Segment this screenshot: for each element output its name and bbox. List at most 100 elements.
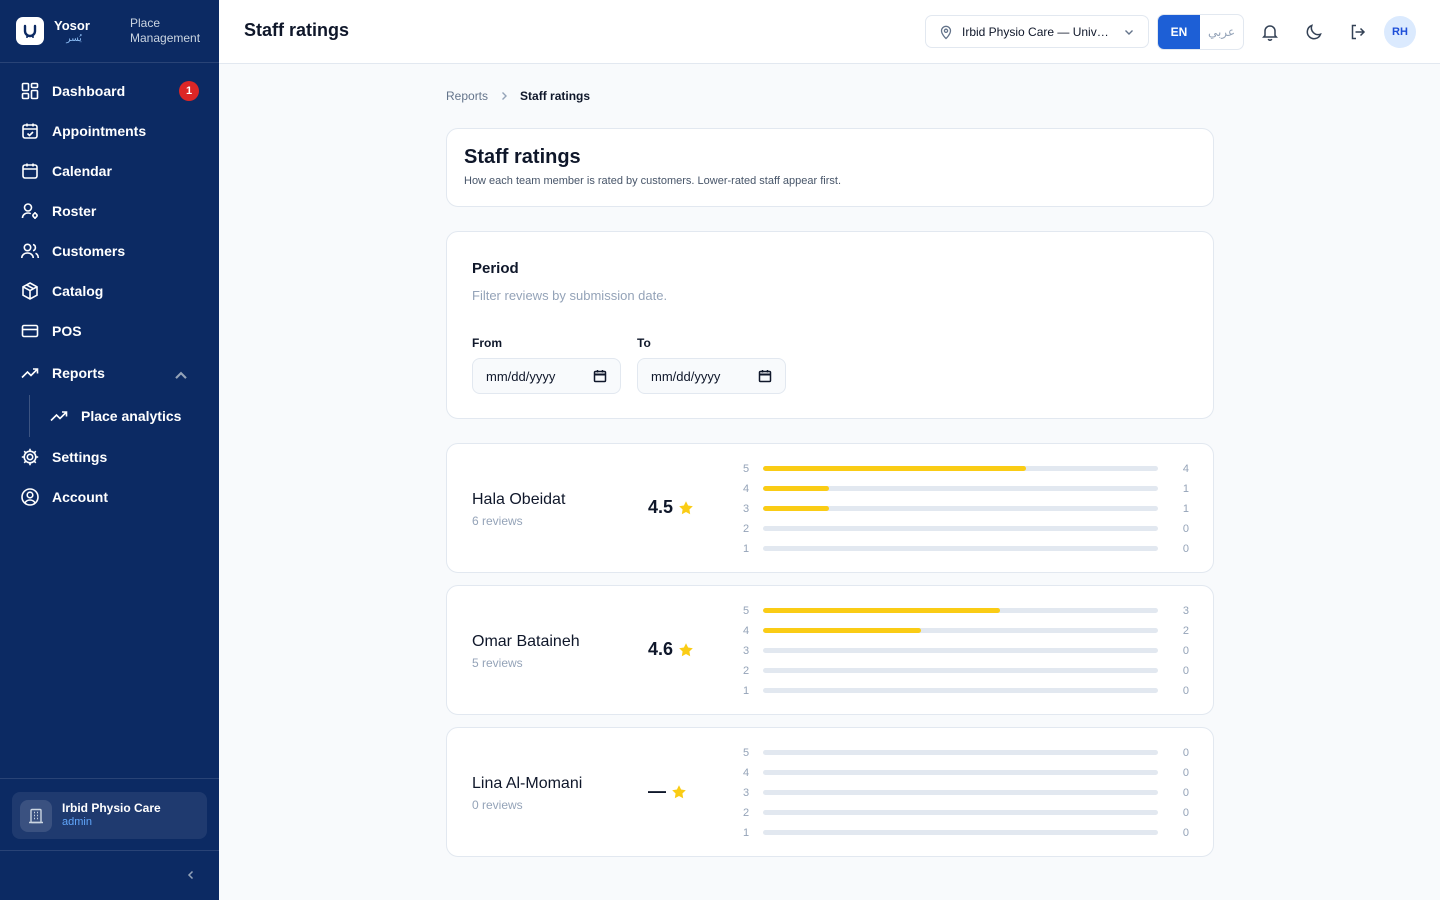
sidebar: Yosor يُسر Place Management Dashboard 1 … xyxy=(0,0,219,900)
sidebar-item-appointments[interactable]: Appointments xyxy=(0,111,219,151)
logout-icon[interactable] xyxy=(1348,22,1368,42)
rating-distribution-row: 20 xyxy=(743,520,1189,540)
rating-count: 1 xyxy=(1182,483,1189,495)
sidebar-footer: Irbid Physio Care admin xyxy=(0,778,219,851)
location-selector-value: Irbid Physio Care — University Street xyxy=(962,24,1114,39)
chevron-up-icon[interactable] xyxy=(171,366,191,386)
rating-bar-track xyxy=(763,608,1158,613)
trending-up-icon xyxy=(21,368,39,379)
gear-icon xyxy=(21,448,39,466)
rating-distribution-row: 30 xyxy=(743,642,1189,662)
user-avatar[interactable]: RH xyxy=(1384,16,1416,48)
star-icon xyxy=(679,642,693,656)
rating-bar-track xyxy=(763,750,1158,755)
map-pin-icon xyxy=(940,25,952,39)
rating-bar-fill xyxy=(763,466,1027,471)
rating-distribution-row: 30 xyxy=(743,784,1189,804)
calendar-icon[interactable] xyxy=(758,369,772,383)
location-selector[interactable]: Irbid Physio Care — University Street xyxy=(925,15,1149,48)
staff-review-count: 6 reviews xyxy=(472,514,523,528)
rating-bar-track xyxy=(763,628,1158,633)
sidebar-item-customers[interactable]: Customers xyxy=(0,231,219,271)
staff-name: Omar Bataineh xyxy=(472,633,580,650)
users-icon xyxy=(21,243,40,259)
rating-bar-fill xyxy=(763,506,829,511)
calendar-check-icon xyxy=(22,123,38,139)
period-subtitle: Filter reviews by submission date. xyxy=(472,288,668,303)
sidebar-item-account[interactable]: Account xyxy=(0,477,219,517)
organization-role: admin xyxy=(62,816,92,829)
organization-switcher[interactable]: Irbid Physio Care admin xyxy=(12,792,207,839)
sidebar-item-label: Place analytics xyxy=(81,408,182,424)
notification-badge: 1 xyxy=(179,81,199,101)
top-header: Staff ratings Irbid Physio Care — Univer… xyxy=(219,0,1440,64)
rating-distribution-row: 20 xyxy=(743,804,1189,824)
sidebar-item-reports[interactable]: Reports xyxy=(0,351,219,395)
sidebar-item-roster[interactable]: Roster xyxy=(0,191,219,231)
rating-distribution-row: 10 xyxy=(743,540,1189,560)
to-date-input[interactable]: mm/dd/yyyy xyxy=(637,358,786,394)
sidebar-item-label: Settings xyxy=(52,449,108,465)
rating-bar-fill xyxy=(763,486,829,491)
rating-distribution-row: 53 xyxy=(743,602,1189,622)
package-icon xyxy=(22,282,38,300)
building-icon xyxy=(20,799,52,832)
staff-average-score: 4.5 xyxy=(648,497,694,518)
staff-review-count: 0 reviews xyxy=(472,798,523,812)
rating-bar-track xyxy=(763,830,1158,835)
rating-star-level: 3 xyxy=(743,503,750,515)
average-score-value: — xyxy=(648,781,666,801)
rating-star-level: 2 xyxy=(743,523,750,535)
rating-distribution: 5441312010 xyxy=(743,460,1189,560)
user-circle-icon xyxy=(21,488,39,506)
dashboard-icon xyxy=(21,82,39,100)
calendar-icon[interactable] xyxy=(593,369,607,383)
rating-bar-track xyxy=(763,790,1158,795)
from-date-placeholder: mm/dd/yyyy xyxy=(486,368,556,384)
rating-star-level: 4 xyxy=(743,767,750,779)
brand-arabic-name: يُسر xyxy=(66,33,82,43)
language-arabic-button[interactable]: عربي xyxy=(1200,15,1243,49)
collapse-sidebar-icon[interactable] xyxy=(184,868,198,882)
sidebar-item-pos[interactable]: POS xyxy=(0,311,219,351)
page-header-title: Staff ratings xyxy=(244,20,350,40)
rating-count: 2 xyxy=(1182,625,1189,637)
brand-place-line2: Management xyxy=(130,31,201,45)
rating-distribution-row: 54 xyxy=(743,460,1189,480)
to-label: To xyxy=(637,336,651,350)
breadcrumb: Reports Staff ratings xyxy=(446,89,590,103)
reports-submenu: Place analytics xyxy=(0,395,219,437)
moon-icon[interactable] xyxy=(1304,22,1324,42)
rating-bar-track xyxy=(763,668,1158,673)
sidebar-item-catalog[interactable]: Catalog xyxy=(0,271,219,311)
from-date-input[interactable]: mm/dd/yyyy xyxy=(472,358,621,394)
rating-distribution-row: 10 xyxy=(743,824,1189,844)
rating-star-level: 2 xyxy=(743,665,750,677)
rating-distribution-row: 31 xyxy=(743,500,1189,520)
rating-count: 0 xyxy=(1182,645,1189,657)
staff-rating-card: Omar Bataineh 5 reviews 4.6 5 3 4 2 3 0 2 0 1 0 xyxy=(446,585,1214,715)
calendar-icon xyxy=(22,163,38,179)
staff-average-score: 4.6 xyxy=(648,639,694,660)
sidebar-item-place-analytics[interactable]: Place analytics xyxy=(49,395,181,437)
trending-up-icon xyxy=(50,411,68,422)
organization-name: Irbid Physio Care xyxy=(62,801,161,816)
sidebar-item-calendar[interactable]: Calendar xyxy=(0,151,219,191)
yosor-logo-icon[interactable] xyxy=(16,17,44,45)
rating-distribution: 5040302010 xyxy=(743,744,1189,844)
rating-count: 0 xyxy=(1182,523,1189,535)
sidebar-item-label: Roster xyxy=(52,203,97,219)
language-toggle: EN عربي xyxy=(1157,14,1244,50)
credit-card-icon xyxy=(21,324,39,338)
bell-icon[interactable] xyxy=(1260,22,1280,42)
sidebar-item-dashboard[interactable]: Dashboard 1 xyxy=(0,71,219,111)
rating-bar-track xyxy=(763,466,1158,471)
language-english-button[interactable]: EN xyxy=(1158,15,1200,49)
brand-place-line1: Place xyxy=(130,16,161,30)
staff-name: Lina Al-Momani xyxy=(472,775,583,792)
breadcrumb-reports-link[interactable]: Reports xyxy=(446,89,488,103)
average-score-value: 4.6 xyxy=(648,639,674,659)
sidebar-item-settings[interactable]: Settings xyxy=(0,437,219,477)
staff-name: Hala Obeidat xyxy=(472,491,566,508)
star-icon xyxy=(672,784,686,798)
